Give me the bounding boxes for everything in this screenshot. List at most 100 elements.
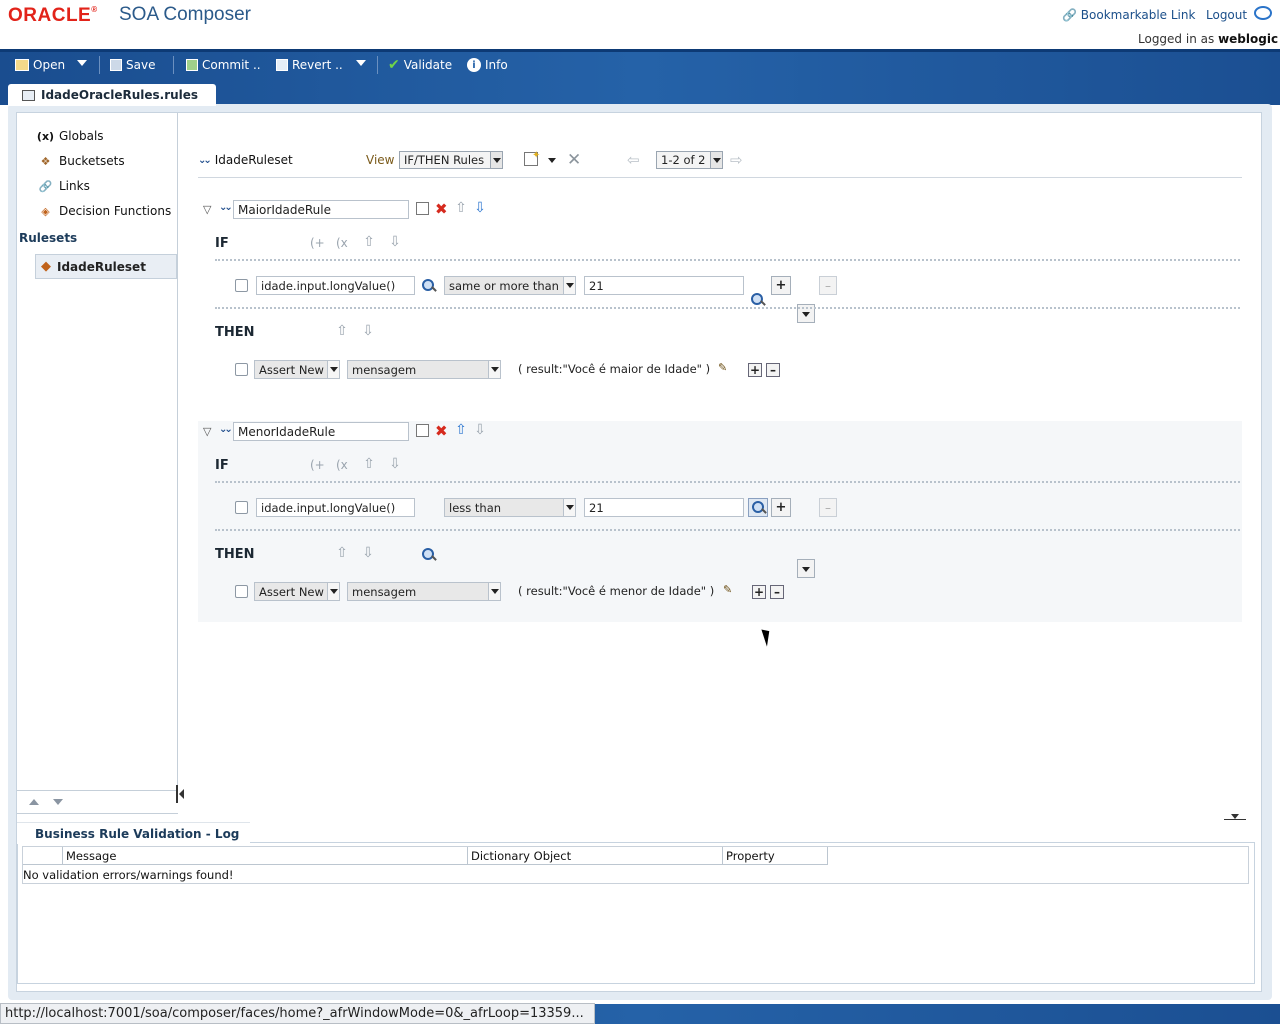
scroll-down-icon[interactable] bbox=[53, 799, 63, 805]
sidebar-item-decision-functions[interactable]: ◈ Decision Functions bbox=[38, 201, 171, 221]
divider bbox=[215, 259, 1240, 261]
revert-dropdown-icon[interactable] bbox=[356, 60, 366, 66]
move-down-icon[interactable]: ⇩ bbox=[361, 546, 375, 560]
add-rule-icon[interactable]: ✦ bbox=[524, 150, 540, 166]
move-down-icon[interactable]: ⇩ bbox=[388, 457, 402, 471]
delete-condition-icon[interactable]: (x bbox=[336, 458, 348, 472]
open-dropdown-icon[interactable] bbox=[77, 60, 87, 66]
sidebar-item-ruleset[interactable]: ◆ IdadeRuleset bbox=[35, 254, 177, 279]
commit-button[interactable]: Commit .. bbox=[186, 57, 261, 73]
column-header-property[interactable]: Property bbox=[723, 847, 828, 865]
search-icon[interactable] bbox=[751, 293, 765, 307]
oracle-o-icon bbox=[1254, 6, 1272, 20]
condition-right-field[interactable]: 21 bbox=[584, 498, 744, 517]
remove-action-button[interactable]: – bbox=[770, 585, 784, 599]
move-up-icon[interactable]: ⇧ bbox=[362, 457, 376, 471]
column-header-message[interactable]: Message bbox=[63, 847, 468, 865]
folder-icon bbox=[15, 59, 29, 71]
delete-rule-icon[interactable]: ✖ bbox=[435, 200, 448, 218]
condition-left-field[interactable]: idade.input.longValue() bbox=[256, 276, 415, 295]
pager-select[interactable]: 1-2 of 2 bbox=[656, 151, 723, 169]
add-condition-icon[interactable]: (+ bbox=[310, 458, 325, 472]
move-up-icon[interactable]: ⇧ bbox=[335, 324, 349, 338]
add-rule-icon[interactable] bbox=[416, 202, 429, 215]
delete-rule-icon[interactable]: ✖ bbox=[435, 422, 448, 440]
move-down-icon[interactable]: ⇩ bbox=[473, 201, 487, 215]
search-button-hover[interactable] bbox=[748, 498, 768, 517]
remove-test-button[interactable]: – bbox=[819, 498, 837, 517]
delete-condition-icon[interactable]: (x bbox=[336, 236, 348, 250]
condition-right-field[interactable]: 21 bbox=[584, 276, 744, 295]
move-down-icon[interactable]: ⇩ bbox=[473, 423, 487, 437]
condition-checkbox[interactable] bbox=[235, 279, 248, 292]
sidebar-item-bucketsets[interactable]: ❖ Bucketsets bbox=[38, 151, 125, 171]
edit-properties-icon[interactable]: ✎ bbox=[723, 583, 732, 596]
action-checkbox[interactable] bbox=[235, 363, 248, 376]
move-up-icon[interactable]: ⇧ bbox=[362, 235, 376, 249]
add-rule-dropdown-icon[interactable] bbox=[548, 158, 556, 163]
move-down-icon[interactable]: ⇩ bbox=[388, 235, 402, 249]
remove-action-button[interactable]: – bbox=[766, 363, 780, 377]
move-down-icon[interactable]: ⇩ bbox=[361, 324, 375, 338]
add-action-button[interactable]: + bbox=[748, 363, 762, 377]
ruleset-icon: ◆ bbox=[41, 259, 51, 274]
move-up-icon[interactable]: ⇧ bbox=[335, 546, 349, 560]
logout-link[interactable]: Logout bbox=[1206, 8, 1247, 22]
action-result-text: ( result:"Você é maior de Idade" ) bbox=[518, 362, 711, 376]
operator-select[interactable]: same or more than bbox=[444, 276, 576, 295]
revert-icon bbox=[276, 59, 288, 71]
action-target-select[interactable]: mensagem bbox=[347, 582, 501, 601]
rule-name-input[interactable]: MaiorIdadeRule bbox=[233, 200, 409, 219]
search-icon[interactable] bbox=[422, 279, 436, 293]
save-button[interactable]: Save bbox=[110, 57, 155, 73]
table-header-cell bbox=[23, 847, 63, 865]
add-rule-icon[interactable] bbox=[416, 424, 429, 437]
view-select[interactable]: IF/THEN Rules bbox=[399, 151, 503, 169]
condition-left-field[interactable]: idade.input.longValue() bbox=[256, 498, 415, 517]
move-up-icon[interactable]: ⇧ bbox=[454, 201, 468, 215]
bookmarkable-link[interactable]: 🔗 Bookmarkable Link bbox=[1062, 8, 1195, 22]
divider bbox=[215, 307, 1240, 309]
previous-page-icon[interactable]: ⇦ bbox=[627, 151, 640, 169]
collapse-panel-handle[interactable] bbox=[176, 785, 184, 803]
delete-icon[interactable]: ✕ bbox=[567, 150, 581, 170]
rule-name-input[interactable]: MenorIdadeRule bbox=[233, 422, 409, 441]
column-header-dictionary-object[interactable]: Dictionary Object bbox=[468, 847, 723, 865]
info-button[interactable]: i Info bbox=[467, 57, 508, 73]
search-icon[interactable] bbox=[422, 548, 436, 562]
next-page-icon[interactable]: ⇨ bbox=[730, 151, 743, 169]
action-target-select[interactable]: mensagem bbox=[347, 360, 501, 379]
log-tab[interactable]: Business Rule Validation - Log bbox=[17, 822, 250, 844]
action-checkbox[interactable] bbox=[235, 585, 248, 598]
expand-chevron-icon[interactable]: ⌄⌄ bbox=[198, 155, 212, 166]
collapse-rule-icon[interactable]: ▽ bbox=[203, 425, 211, 438]
revert-button[interactable]: Revert .. bbox=[276, 57, 343, 73]
operator-select[interactable]: less than bbox=[444, 498, 576, 517]
add-condition-icon[interactable]: (+ bbox=[310, 236, 325, 250]
open-button[interactable]: Open bbox=[15, 57, 65, 73]
condition-checkbox[interactable] bbox=[235, 501, 248, 514]
checkmark-icon: ✔ bbox=[388, 57, 400, 73]
sidebar-item-globals[interactable]: (x) Globals bbox=[37, 126, 104, 146]
action-type-select[interactable]: Assert New bbox=[254, 582, 340, 601]
scroll-up-icon[interactable] bbox=[29, 799, 39, 805]
link-icon: 🔗 bbox=[38, 179, 53, 193]
action-type-select[interactable]: Assert New bbox=[254, 360, 340, 379]
collapse-rule-icon[interactable]: ▽ bbox=[203, 203, 211, 216]
link-icon: 🔗 bbox=[1062, 8, 1077, 22]
add-test-button[interactable]: + bbox=[771, 276, 791, 295]
validate-button[interactable]: ✔ Validate bbox=[388, 57, 452, 73]
expand-chevron-icon[interactable]: ⌄⌄ bbox=[219, 202, 233, 213]
add-action-button[interactable]: + bbox=[752, 585, 766, 599]
file-tab[interactable]: IdadeOracleRules.rules bbox=[8, 84, 216, 106]
move-up-icon[interactable]: ⇧ bbox=[454, 423, 468, 437]
ruleset-title[interactable]: ⌄⌄ IdadeRuleset bbox=[198, 153, 293, 167]
add-test-dropdown[interactable] bbox=[797, 559, 815, 578]
remove-test-button[interactable]: – bbox=[819, 276, 837, 295]
then-label: THEN bbox=[215, 325, 255, 340]
sidebar-item-links[interactable]: 🔗 Links bbox=[38, 176, 90, 196]
edit-properties-icon[interactable]: ✎ bbox=[718, 361, 727, 374]
expand-chevron-icon[interactable]: ⌄⌄ bbox=[219, 424, 233, 435]
collapse-log-icon[interactable] bbox=[1224, 812, 1246, 820]
add-test-button[interactable]: + bbox=[771, 498, 791, 517]
